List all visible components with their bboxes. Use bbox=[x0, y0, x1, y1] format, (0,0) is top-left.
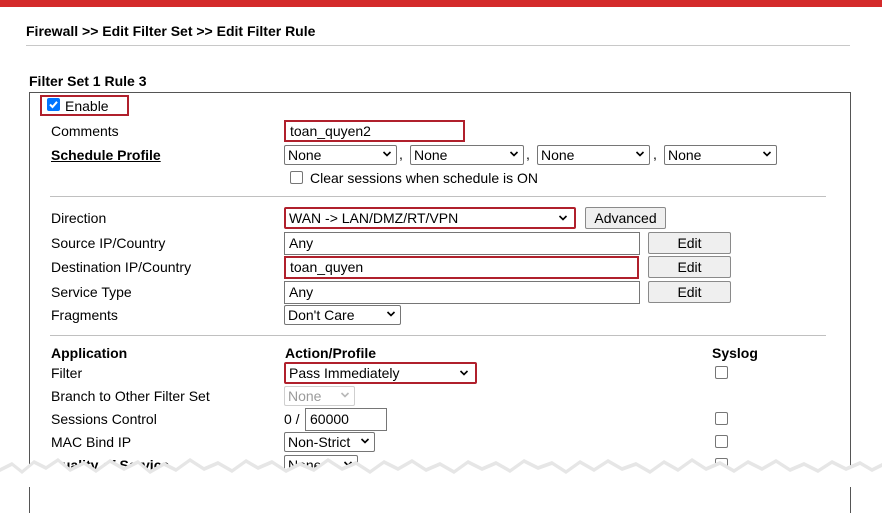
schedule-profile-select-4[interactable]: None bbox=[664, 145, 777, 165]
chevron-down-icon bbox=[386, 311, 396, 317]
chevron-down-icon bbox=[558, 215, 568, 221]
breadcrumb: Firewall >> Edit Filter Set >> Edit Filt… bbox=[26, 23, 316, 39]
destination-ip-label: Destination IP/Country bbox=[51, 259, 192, 275]
comments-label: Comments bbox=[51, 123, 119, 139]
section-divider bbox=[50, 335, 826, 336]
branch-select: None bbox=[284, 386, 355, 406]
chevron-down-icon bbox=[382, 151, 392, 157]
clear-sessions-checkbox[interactable] bbox=[290, 171, 303, 184]
source-ip-field[interactable]: Any bbox=[284, 232, 640, 255]
syslog-header: Syslog bbox=[712, 345, 758, 361]
service-type-field[interactable]: Any bbox=[284, 281, 640, 304]
sessions-syslog-checkbox[interactable] bbox=[715, 412, 728, 425]
source-ip-label: Source IP/Country bbox=[51, 235, 166, 251]
schedule-separator: , bbox=[526, 146, 530, 162]
chevron-down-icon bbox=[762, 151, 772, 157]
header-divider bbox=[26, 45, 850, 46]
schedule-profile-select-3[interactable]: None bbox=[537, 145, 650, 165]
torn-edge-decoration bbox=[0, 458, 882, 487]
destination-edit-button[interactable]: Edit bbox=[648, 256, 731, 278]
direction-label: Direction bbox=[51, 210, 107, 226]
schedule-profile-link[interactable]: Schedule Profile bbox=[51, 147, 161, 163]
schedule-profile-select-1[interactable]: None bbox=[284, 145, 397, 165]
service-edit-button[interactable]: Edit bbox=[648, 281, 731, 303]
schedule-profile-select-2[interactable]: None bbox=[410, 145, 524, 165]
sessions-control-label: Sessions Control bbox=[51, 411, 157, 427]
rule-title: Filter Set 1 Rule 3 bbox=[29, 73, 147, 89]
chevron-down-icon bbox=[459, 370, 469, 376]
sessions-current: 0 / bbox=[284, 411, 300, 427]
comments-input[interactable]: toan_quyen2 bbox=[284, 120, 465, 142]
chevron-down-icon bbox=[509, 151, 519, 157]
sessions-max-input[interactable]: 60000 bbox=[305, 408, 387, 431]
action-profile-header: Action/Profile bbox=[285, 345, 377, 361]
fragments-select[interactable]: Don't Care bbox=[284, 305, 401, 325]
top-accent-bar bbox=[0, 0, 882, 7]
check-icon bbox=[49, 101, 58, 109]
enable-checkbox[interactable] bbox=[47, 98, 60, 111]
fragments-label: Fragments bbox=[51, 307, 118, 323]
section-divider bbox=[50, 196, 826, 197]
source-edit-button[interactable]: Edit bbox=[648, 232, 731, 254]
chevron-down-icon bbox=[360, 438, 370, 444]
chevron-down-icon bbox=[340, 392, 350, 398]
enable-label: Enable bbox=[65, 98, 109, 114]
filter-label: Filter bbox=[51, 365, 83, 381]
schedule-separator: , bbox=[653, 146, 657, 162]
service-type-label: Service Type bbox=[51, 284, 132, 300]
chevron-down-icon bbox=[635, 151, 645, 157]
destination-ip-field[interactable]: toan_quyen bbox=[284, 256, 639, 279]
clear-sessions-label: Clear sessions when schedule is ON bbox=[310, 170, 538, 186]
filter-action-select[interactable]: Pass Immediately bbox=[284, 362, 477, 384]
filter-syslog-checkbox[interactable] bbox=[715, 366, 728, 379]
application-header: Application bbox=[51, 345, 128, 361]
advanced-button[interactable]: Advanced bbox=[585, 207, 666, 229]
branch-label: Branch to Other Filter Set bbox=[51, 388, 210, 404]
schedule-separator: , bbox=[399, 146, 403, 162]
direction-select[interactable]: WAN -> LAN/DMZ/RT/VPN bbox=[284, 207, 576, 229]
